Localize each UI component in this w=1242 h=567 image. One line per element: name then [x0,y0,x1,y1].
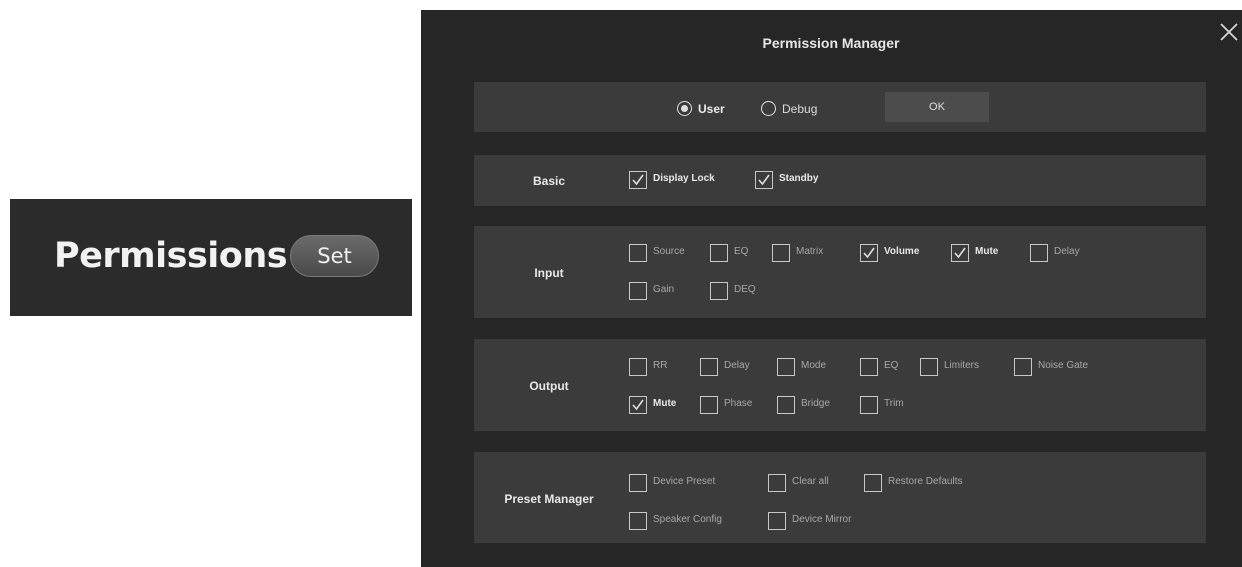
unchecked-box-icon [864,474,882,492]
unchecked-box-icon [629,282,647,300]
checked-box-icon [755,171,773,189]
unchecked-box-icon [860,358,878,376]
close-icon[interactable] [1216,19,1242,45]
mode-section: User Debug OK [474,82,1206,132]
input-source-label: Source [653,246,685,257]
input-gain-label: Gain [653,284,675,295]
output-label: Output [529,379,569,393]
unchecked-box-icon [860,396,878,414]
unchecked-box-icon [700,396,718,414]
unchecked-box-icon [629,512,647,530]
input-label: Input [534,266,564,280]
output-bridge-label: Bridge [801,398,830,409]
radio-selected-icon [677,101,692,116]
checked-box-icon [629,396,647,414]
checked-box-icon [860,244,878,262]
dialog-title: Permission Manager [762,35,900,51]
unchecked-box-icon [700,358,718,376]
output-section: Output RR Delay Mode EQ Limiters Noise G… [474,339,1206,431]
unchecked-box-icon [1014,358,1032,376]
input-deq-label: DEQ [734,284,756,295]
radio-unselected-icon [761,101,776,116]
basic-label: Basic [532,174,566,188]
output-mode-label: Mode [801,360,827,371]
unchecked-box-icon [772,244,790,262]
output-rr-label: RR [653,360,668,371]
permissions-panel: Permissions Set [10,199,412,316]
output-delay-label: Delay [724,360,750,371]
debug-radio[interactable]: Debug [761,100,841,120]
unchecked-box-icon [768,474,786,492]
unchecked-box-icon [920,358,938,376]
unchecked-box-icon [777,358,795,376]
set-button[interactable]: Set [290,235,379,277]
input-mute-label: Mute [975,246,999,257]
device-mirror-label: Device Mirror [792,514,852,525]
display-lock-label: Display Lock [653,173,715,184]
output-mute-label: Mute [653,398,677,409]
output-trim-label: Trim [884,398,904,409]
input-eq-label: EQ [734,246,749,257]
input-matrix-label: Matrix [796,246,824,257]
preset-manager-label: Preset Manager [504,492,594,506]
output-limiters-label: Limiters [944,360,980,371]
clear-all-label: Clear all [792,476,829,487]
unchecked-box-icon [710,282,728,300]
output-noise-gate-label: Noise Gate [1038,360,1089,371]
device-preset-label: Device Preset [653,476,716,487]
output-phase-label: Phase [724,398,753,409]
input-volume-label: Volume [884,246,920,257]
input-section: Input Source EQ Matrix Volume Mute Delay… [474,226,1206,318]
output-eq-label: EQ [884,360,899,371]
restore-defaults-label: Restore Defaults [888,476,963,487]
checked-box-icon [951,244,969,262]
unchecked-box-icon [629,474,647,492]
unchecked-box-icon [629,244,647,262]
speaker-config-label: Speaker Config [653,514,722,525]
preset-manager-section: Preset Manager Device Preset Clear all R… [474,452,1206,543]
unchecked-box-icon [768,512,786,530]
ok-button[interactable]: OK [885,92,989,122]
unchecked-box-icon [777,396,795,414]
basic-section: Basic Display Lock Standby [474,155,1206,206]
permission-manager-dialog: Permission Manager User Debug OK Basic D… [421,10,1242,567]
debug-radio-label: Debug [782,102,818,116]
unchecked-box-icon [710,244,728,262]
unchecked-box-icon [629,358,647,376]
checked-box-icon [629,171,647,189]
user-radio-label: User [698,102,725,116]
standby-label: Standby [779,173,819,184]
input-delay-label: Delay [1054,246,1080,257]
user-radio[interactable]: User [677,100,739,120]
permissions-title: Permissions [54,236,288,276]
unchecked-box-icon [1030,244,1048,262]
